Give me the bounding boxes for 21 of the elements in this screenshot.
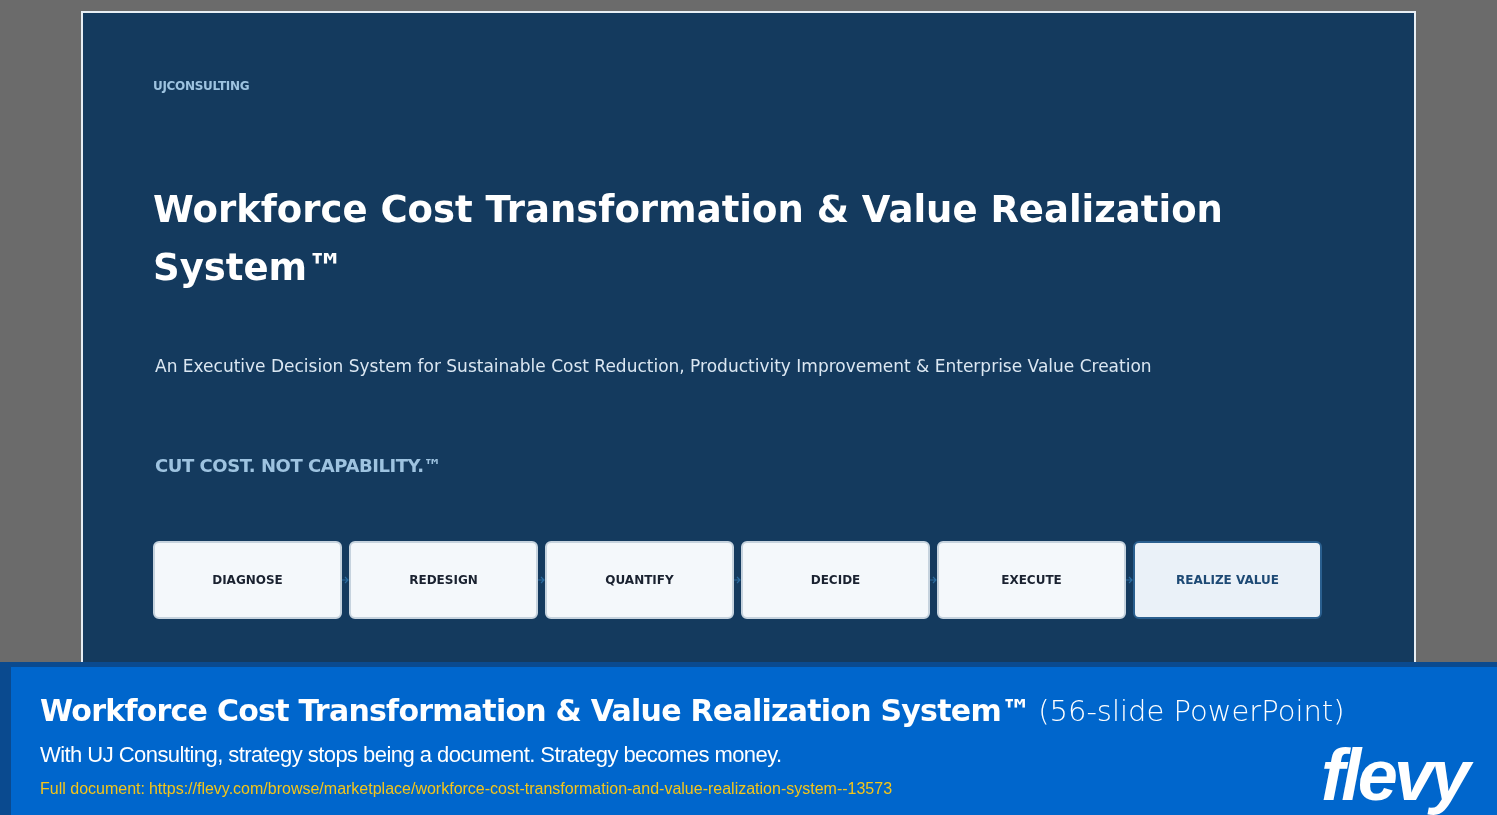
flevy-logo: flevy xyxy=(1320,737,1473,813)
process-step: DECIDE xyxy=(741,541,930,619)
process-step: QUANTIFY xyxy=(545,541,734,619)
slide-count: (56-slide PowerPoint) xyxy=(1038,693,1345,730)
arrow-icon xyxy=(342,576,349,584)
slide-subtitle: An Executive Decision System for Sustainable Cost Reduction, Productivity Improvement & Enterprise Value Creation xyxy=(155,355,1153,378)
banner-description: With UJ Consulting, strategy stops being a document. Strategy becomes money. xyxy=(40,741,783,769)
banner-title: Workforce Cost Transformation & Value Realization System™ xyxy=(40,692,1031,730)
brand-name: UJCONSULTING xyxy=(153,78,251,95)
link-label: Full document: xyxy=(40,779,145,799)
process-step: REALIZE VALUE xyxy=(1133,541,1322,619)
slide-title: Workforce Cost Transformation & Value Realization System™ xyxy=(153,187,1224,291)
arrow-icon xyxy=(1126,576,1133,584)
arrow-icon xyxy=(930,576,937,584)
process-step: EXECUTE xyxy=(937,541,1126,619)
arrow-icon xyxy=(538,576,545,584)
tagline: CUT COST. NOT CAPABILITY.™ xyxy=(155,454,443,478)
arrow-icon xyxy=(734,576,741,584)
process-step: REDESIGN xyxy=(349,541,538,619)
process-step: DIAGNOSE xyxy=(153,541,342,619)
document-link[interactable]: https://flevy.com/browse/marketplace/workforce-cost-transformation-and-value-realization-system--13573 xyxy=(148,777,893,801)
